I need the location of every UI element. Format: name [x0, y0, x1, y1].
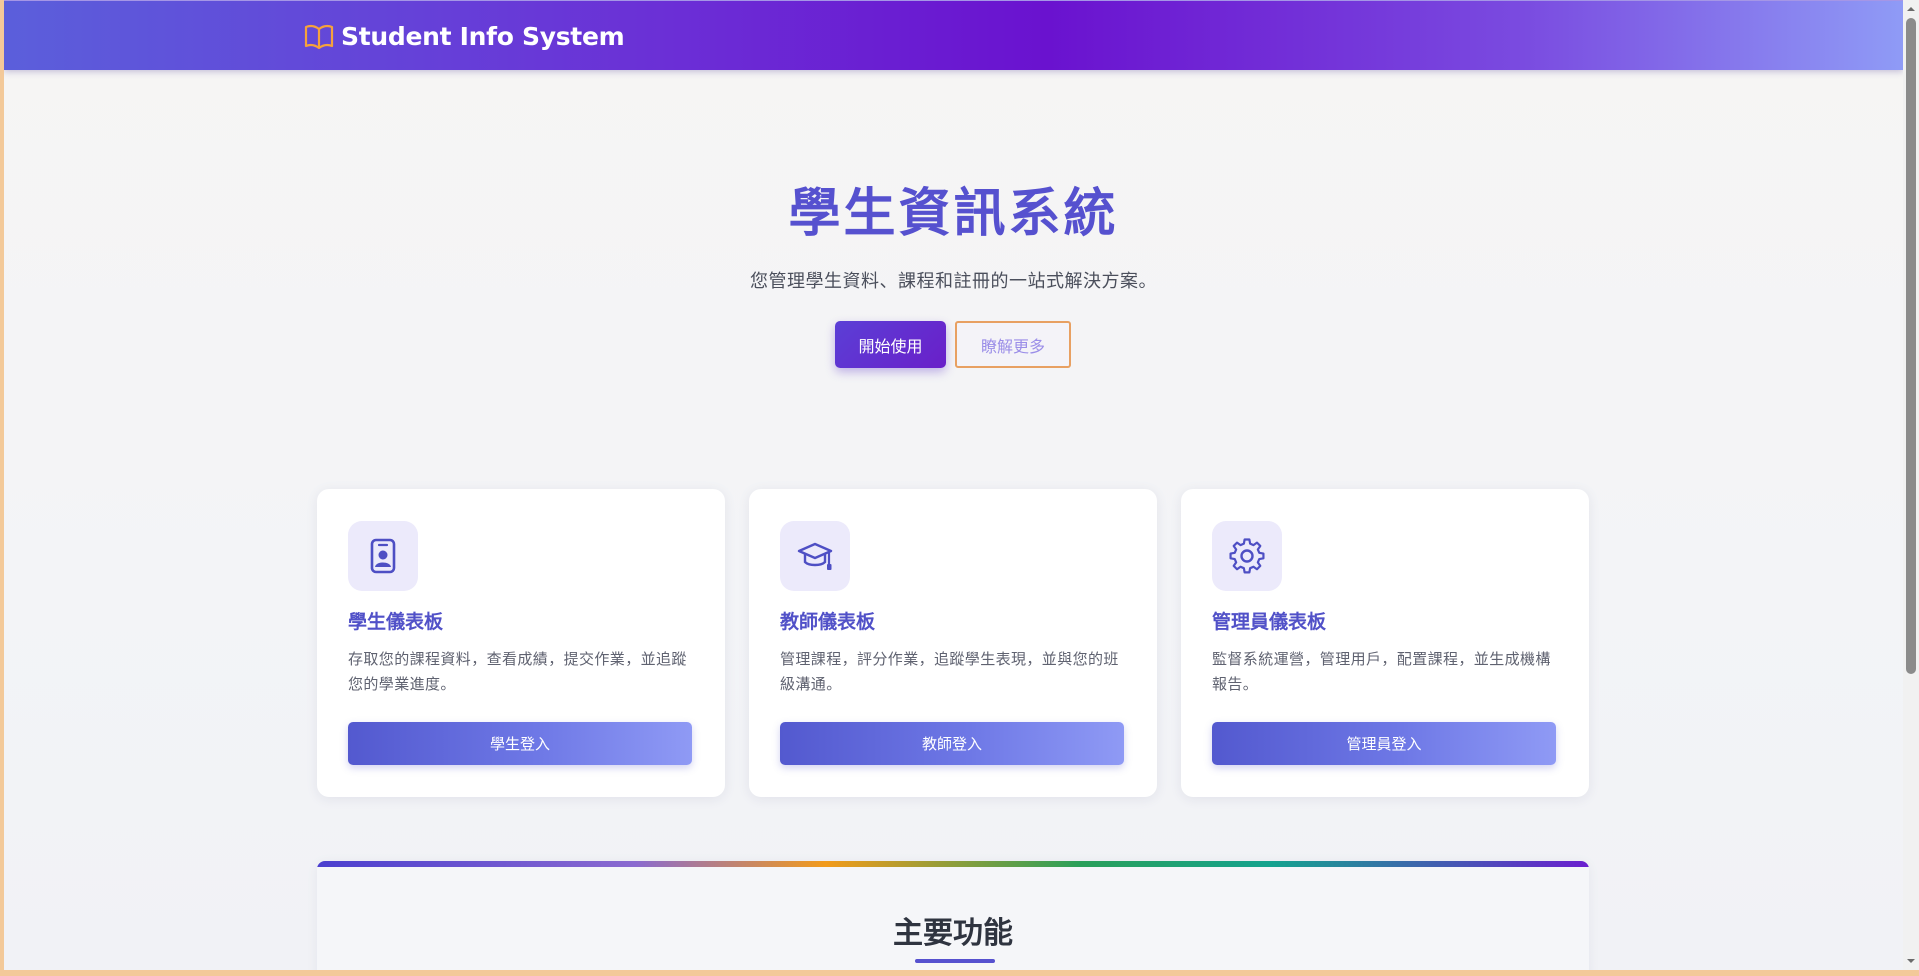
features-section: 主要功能 [317, 861, 1589, 970]
card-title: 管理員儀表板 [1212, 611, 1327, 633]
card-title: 學生儀表板 [348, 611, 444, 633]
card-description: 存取您的課程資料，查看成績，提交作業，並追蹤您的學業進度。 [348, 650, 687, 693]
hero-title: 學生資訊系統 [788, 184, 1119, 244]
admin-login-button[interactable]: 管理員登入 [1212, 722, 1556, 765]
card-icon-container [348, 521, 418, 591]
scrollbar-thumb[interactable] [1906, 18, 1916, 674]
open-book-icon [304, 24, 334, 49]
card-icon-container [780, 521, 850, 591]
title-underline [915, 959, 995, 963]
card-description: 監督系統運營，管理用戶，配置課程，並生成機構報告。 [1212, 650, 1551, 693]
rainbow-divider [317, 861, 1589, 867]
learn-more-button[interactable]: 瞭解更多 [955, 321, 1071, 368]
card-icon-container [1212, 521, 1282, 591]
teacher-dashboard-card: 教師儀表板 管理課程，評分作業，追蹤學生表現，並與您的班級溝通。 教師登入 [749, 489, 1157, 797]
student-login-button[interactable]: 學生登入 [348, 722, 692, 765]
card-title: 教師儀表板 [780, 611, 876, 633]
features-title: 主要功能 [893, 916, 1013, 951]
browser-viewport: Student Info System 首頁 課程 [4, 0, 1903, 970]
scroll-up-arrow-icon[interactable] [1906, 4, 1916, 14]
hero-subtitle: 您管理學生資料、課程和註冊的一站式解決方案。 [750, 271, 1157, 292]
student-dashboard-card: 學生儀表板 存取您的課程資料，查看成績，提交作業，並追蹤您的學業進度。 學生登入 [317, 489, 725, 797]
get-started-button[interactable]: 開始使用 [835, 321, 946, 368]
admin-dashboard-card: 管理員儀表板 監督系統運營，管理用戶，配置課程，並生成機構報告。 管理員登入 [1181, 489, 1589, 797]
brand-name: Student Info System [341, 21, 625, 51]
scroll-down-arrow-icon[interactable] [1906, 956, 1916, 966]
top-navbar: Student Info System 首頁 課程 [4, 1, 1903, 70]
teacher-login-button[interactable]: 教師登入 [780, 722, 1124, 765]
graduation-cap-icon [797, 542, 833, 570]
vertical-scrollbar[interactable] [1903, 0, 1919, 970]
student-id-badge-icon [370, 538, 396, 574]
card-description: 管理課程，評分作業，追蹤學生表現，並與您的班級溝通。 [780, 650, 1119, 693]
brand-logo-link[interactable]: Student Info System [304, 21, 625, 51]
gear-icon [1229, 538, 1265, 574]
